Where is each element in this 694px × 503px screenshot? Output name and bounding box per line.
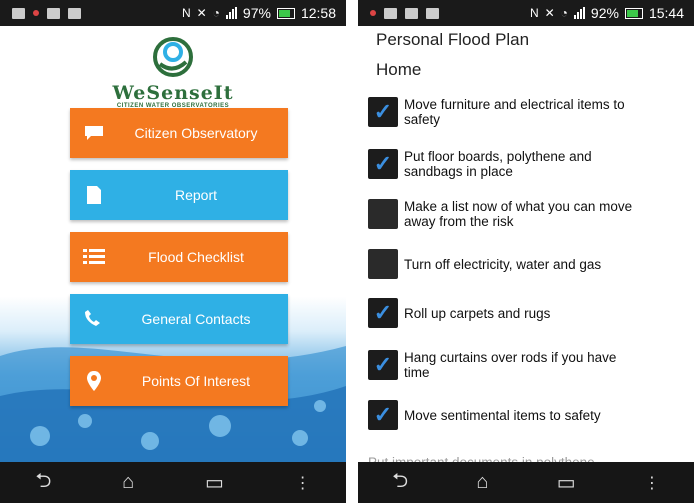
checklist-item[interactable]: ✓ Hang curtains over rods if you have time [368, 350, 694, 380]
battery-percent: 92% [590, 5, 619, 21]
checklist-item-line: sandbags in place [404, 164, 513, 179]
bluetooth-icon: ✕ [196, 6, 207, 20]
mail-icon [426, 7, 439, 19]
checkmark-icon: ✓ [373, 352, 393, 377]
battery-icon [624, 7, 643, 19]
checklist-item[interactable]: ✓ Move sentimental items to safety [368, 400, 694, 430]
checklist-item-text: Move sentimental items to safety [404, 408, 601, 423]
button-label: General Contacts [141, 311, 251, 327]
checklist-item-line: Put floor boards, polythene and [404, 149, 592, 164]
nfc-icon: N [181, 6, 191, 20]
document-icon [74, 185, 114, 205]
notification-icon [405, 7, 418, 19]
flood-checklist-button[interactable]: Flood Checklist [70, 232, 288, 282]
points-of-interest-button[interactable]: Points Of Interest [70, 356, 288, 406]
back-icon[interactable]: ⮌ [35, 466, 51, 500]
checklist-item-line: away from the risk [404, 214, 514, 229]
signal-icon [573, 7, 585, 19]
navigation-bar: ⮌ ⌂ ▭ ⋮ [358, 462, 694, 503]
recent-apps-icon[interactable]: ▭ [205, 470, 224, 495]
checklist-item[interactable]: ✓ Move furniture and electrical items to s… [368, 97, 694, 127]
home-icon[interactable]: ⌂ [476, 471, 488, 494]
checkmark-icon: ✓ [373, 151, 393, 176]
wifi-icon: ◔ [560, 6, 568, 20]
checklist-item-line: safety [404, 112, 441, 127]
navigation-bar: ⮌ ⌂ ▭ ⋮ [0, 462, 346, 503]
list-icon [74, 248, 114, 266]
checklist-item-line: Move furniture and electrical items to [404, 97, 625, 112]
bluetooth-icon: ✕ [544, 6, 555, 20]
checklist-item-text: Make a list now of what you can move away… [404, 199, 632, 229]
checklist-item-text: Turn off electricity, water and gas [404, 257, 601, 272]
status-bar: N ✕ ◔ 92% 15:44 [358, 0, 694, 26]
clock: 12:58 [300, 5, 336, 21]
status-bar: N ✕ ◔ 97% 12:58 [0, 0, 346, 26]
checkbox-checked[interactable]: ✓ [368, 97, 398, 127]
checklist-item-line: Turn off electricity, water and gas [404, 256, 602, 272]
phone-icon [74, 309, 114, 329]
nfc-icon: N [529, 6, 539, 20]
section-heading: Home [376, 60, 422, 79]
button-label: Flood Checklist [148, 249, 244, 265]
checkmark-icon: ✓ [373, 402, 393, 427]
recent-apps-icon[interactable]: ▭ [557, 470, 576, 495]
app-logo: WeSenseIt CITIZEN WATER OBSERVATORIES [0, 34, 346, 109]
general-contacts-button[interactable]: General Contacts [70, 294, 288, 344]
logo-title: WeSenseIt [112, 82, 234, 104]
phone-screen-flood-plan: N ✕ ◔ 92% 15:44 Personal Flood Plan Home… [358, 0, 694, 503]
notification-icon [33, 10, 39, 16]
menu-icon[interactable]: ⋮ [644, 473, 660, 493]
location-pin-icon [74, 370, 114, 392]
button-label: Report [174, 187, 218, 203]
checkmark-icon: ✓ [373, 99, 393, 124]
wifi-icon: ◔ [212, 6, 220, 20]
checklist-item-text: Hang curtains over rods if you have time [404, 350, 616, 380]
button-label: Citizen Observatory [134, 125, 258, 141]
checklist-item-line: time [404, 365, 430, 380]
image-icon [47, 7, 60, 19]
page-title: Personal Flood Plan [376, 30, 530, 49]
notification-icon [12, 7, 25, 19]
checklist-item[interactable]: ✓ Roll up carpets and rugs [368, 298, 694, 328]
report-button[interactable]: Report [70, 170, 288, 220]
checklist-item-line: Move sentimental items to safety [404, 407, 601, 423]
notification-icon [384, 7, 397, 19]
checkmark-icon: ✓ [373, 300, 393, 325]
checkbox-checked[interactable]: ✓ [368, 350, 398, 380]
clock: 15:44 [648, 5, 684, 21]
checklist-item-text: Move furniture and electrical items to sa… [404, 97, 625, 127]
checklist-item-line: Make a list now of what you can move [404, 199, 633, 214]
logo-icon [148, 34, 198, 80]
battery-percent: 97% [242, 5, 271, 21]
citizen-observatory-button[interactable]: Citizen Observatory [70, 108, 288, 158]
back-icon[interactable]: ⮌ [392, 466, 408, 500]
notification-icon [370, 10, 376, 16]
menu-icon[interactable]: ⋮ [295, 473, 311, 493]
mail-icon [68, 7, 81, 19]
checklist-item[interactable]: Make a list now of what you can move away… [368, 199, 694, 229]
chat-bubble-icon [74, 124, 114, 142]
signal-icon [225, 7, 237, 19]
checklist-item-text: Roll up carpets and rugs [404, 306, 550, 321]
checkbox-checked[interactable]: ✓ [368, 149, 398, 179]
checklist-item-line: Hang curtains over rods if you have [404, 350, 617, 365]
checklist-item-line: Roll up carpets and rugs [404, 305, 551, 321]
checklist-item-text: Put floor boards, polythene and sandbags … [404, 149, 592, 179]
checkbox-unchecked[interactable] [368, 249, 398, 279]
checkbox-checked[interactable]: ✓ [368, 298, 398, 328]
checkbox-checked[interactable]: ✓ [368, 400, 398, 430]
button-label: Points Of Interest [141, 373, 251, 389]
home-icon[interactable]: ⌂ [122, 471, 134, 494]
checkbox-unchecked[interactable] [368, 199, 398, 229]
checklist-item[interactable]: Turn off electricity, water and gas [368, 249, 694, 279]
checklist-item[interactable]: ✓ Put floor boards, polythene and sandbags… [368, 149, 694, 179]
phone-screen-main-menu: N ✕ ◔ 97% 12:58 WeSenseIt CITIZEN WATER … [0, 0, 346, 503]
battery-icon [276, 7, 295, 19]
